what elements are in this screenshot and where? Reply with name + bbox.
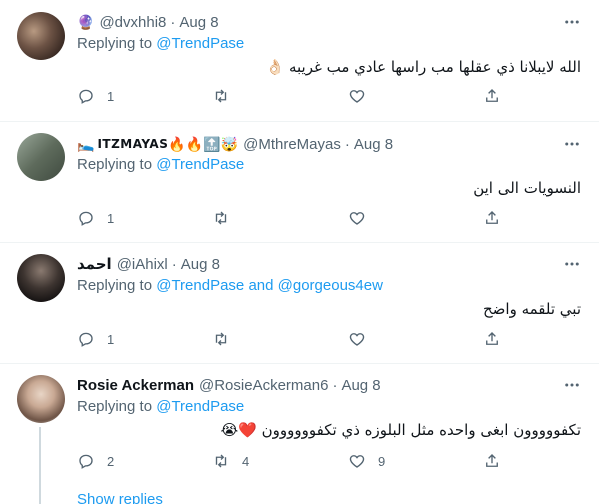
tweet-actions: 1 [77,86,507,106]
tweet[interactable]: Rosie Ackerman @RosieAckerman6 · Aug 8 R… [0,365,599,504]
timestamp[interactable]: Aug 8 [341,377,380,394]
tweet-text: تبي تلقمه واضح [482,300,581,318]
heart-icon [349,212,365,225]
retweet-button[interactable]: 4 [212,451,249,471]
tweet[interactable]: احمد @iAhixl · Aug 8 Replying to @TrendP… [0,244,599,364]
like-button[interactable] [348,208,366,228]
top-arrow-icon: 🔝 [203,136,221,152]
retweet-icon [215,332,227,346]
tweet-header: 🛌 ITZMAYAS 🔥 🔥 🔝 🤯 @MthreMayas · Aug 8 [77,134,393,154]
heart-icon [349,90,365,103]
share-icon [486,211,498,224]
tweet-text: النسويات الى اين [473,179,581,197]
fire-icon: 🔥 [185,136,204,152]
retweet-button[interactable] [212,86,230,106]
timestamp[interactable]: Aug 8 [181,256,220,273]
mention-link[interactable]: @TrendPase [156,277,244,294]
like-button[interactable] [348,86,366,106]
crystal-ball-icon: 🔮 [77,14,95,30]
handle[interactable]: @RosieAckerman6 [199,377,328,394]
like-button[interactable]: 9 [348,451,385,471]
more-options-icon[interactable] [562,134,582,154]
tweet-header: 🔮 @dvxhhi8 · Aug 8 [77,12,219,32]
tweet-actions: 1 [77,329,507,349]
replying-to: Replying to @TrendPase [77,156,245,173]
tweet[interactable]: 🔮 @dvxhhi8 · Aug 8 Replying to @TrendPas… [0,0,599,122]
thread-line [39,427,41,504]
tweet-header: Rosie Ackerman @RosieAckerman6 · Aug 8 [77,375,381,395]
tweet-header: احمد @iAhixl · Aug 8 [77,254,220,274]
share-button[interactable] [483,208,501,228]
reply-count: 2 [107,453,115,469]
heart-icon [349,333,365,346]
more-options-icon[interactable] [562,12,582,32]
avatar[interactable] [17,375,65,423]
reply-button[interactable]: 1 [77,329,114,349]
mention-link[interactable]: @gorgeous4ew [278,277,383,294]
display-name[interactable]: احمد [77,255,112,273]
retweet-button[interactable] [212,329,230,349]
separator-dot: · [171,255,177,273]
fire-icon: 🔥 [168,136,186,152]
share-icon [486,454,498,467]
retweet-icon [215,89,227,103]
more-options-icon[interactable] [562,254,582,274]
reply-button[interactable]: 1 [77,208,114,228]
reply-button[interactable]: 2 [77,451,114,471]
display-name[interactable]: 🛌 ITZMAYAS 🔥 🔥 🔝 🤯 [77,137,238,151]
heart-icon [349,455,365,468]
retweet-button[interactable] [212,208,230,228]
share-button[interactable] [483,86,501,106]
display-name[interactable]: Rosie Ackerman [77,377,194,394]
more-options-icon[interactable] [562,375,582,395]
reply-icon [79,211,93,226]
share-icon [486,332,498,345]
replying-to: Replying to @TrendPase and @gorgeous4ew [77,277,383,294]
avatar[interactable] [17,133,65,181]
retweet-icon [215,211,227,225]
timestamp[interactable]: Aug 8 [354,136,393,153]
like-button[interactable] [348,329,366,349]
separator-dot: · [332,376,338,394]
tweet-actions: 1 [77,208,507,228]
retweet-icon [215,454,227,468]
timestamp[interactable]: Aug 8 [179,14,218,31]
reply-icon [79,454,93,469]
handle[interactable]: @MthreMayas [243,136,341,153]
replying-to: Replying to @TrendPase [77,398,245,415]
separator-dot: · [170,13,176,31]
tweet-actions: 2 4 9 [77,451,507,471]
tweet-text: تكفووووون ابغى واحده مثل البلوزه ذي تكفو… [220,421,581,439]
reply-count: 1 [107,331,115,347]
bed-icon: 🛌 [77,136,95,152]
show-replies-link[interactable]: Show replies [77,490,163,504]
share-button[interactable] [483,451,501,471]
exploding-head-icon: 🤯 [220,136,239,152]
handle[interactable]: @iAhixl [117,256,168,273]
reply-icon [79,89,93,104]
share-button[interactable] [483,329,501,349]
avatar[interactable] [17,12,65,60]
reply-count: 1 [107,210,115,226]
mention-link[interactable]: @TrendPase [156,156,244,173]
tweet[interactable]: 🛌 ITZMAYAS 🔥 🔥 🔝 🤯 @MthreMayas · Aug 8 R… [0,123,599,243]
reply-button[interactable]: 1 [77,86,114,106]
reply-icon [79,332,93,347]
share-icon [486,89,498,102]
mention-link[interactable]: @TrendPase [156,35,244,52]
ok-hand-icon: 👌🏻 [265,58,285,76]
avatar[interactable] [17,254,65,302]
heart-crying-emoji: ❤️😭 [220,421,257,439]
separator-dot: · [344,135,350,153]
retweet-count: 4 [242,453,250,469]
mention-link[interactable]: @TrendPase [156,398,244,415]
mention-and: and [248,277,274,294]
handle[interactable]: @dvxhhi8 [99,14,166,31]
like-count: 9 [378,453,386,469]
reply-count: 1 [107,88,115,104]
tweet-text: الله لايبلانا ذي عقلها مب راسها عادي مب … [265,58,581,76]
replying-to: Replying to @TrendPase [77,35,245,52]
